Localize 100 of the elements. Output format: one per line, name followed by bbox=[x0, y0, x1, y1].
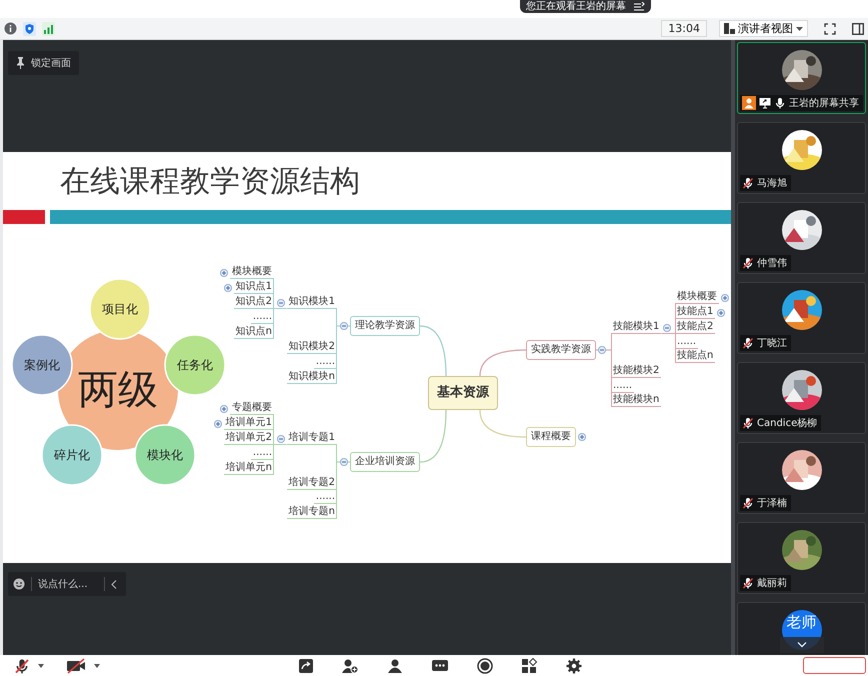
participant-tile[interactable]: 王岩的屏幕共享 bbox=[737, 42, 866, 114]
shield-icon[interactable] bbox=[23, 22, 36, 36]
minus-icon[interactable] bbox=[276, 434, 285, 442]
topic-label: ...... bbox=[314, 356, 337, 369]
connector-line bbox=[660, 303, 676, 363]
plus-icon[interactable] bbox=[721, 294, 729, 302]
record-icon[interactable] bbox=[476, 658, 494, 674]
camera-off-icon[interactable] bbox=[66, 658, 86, 674]
scroll-down-button[interactable] bbox=[780, 637, 824, 653]
apps-icon[interactable] bbox=[521, 658, 539, 674]
topic-label: 技能点1 bbox=[675, 306, 716, 319]
topic-label: 模块概要 bbox=[230, 266, 274, 279]
topic-label: 培训单元n bbox=[224, 462, 274, 475]
leave-button[interactable] bbox=[803, 657, 866, 674]
topic-label: ...... bbox=[314, 491, 337, 504]
participant-name: 王岩的屏幕共享 bbox=[789, 96, 859, 110]
connector-line bbox=[420, 325, 447, 376]
topic-label: 模块概要 bbox=[675, 291, 719, 304]
petal-label: 任务化 bbox=[177, 358, 213, 372]
connector-line bbox=[420, 410, 447, 463]
participant-tile[interactable]: 老师 bbox=[737, 602, 866, 655]
chat-bar[interactable]: 说点什么... bbox=[8, 572, 126, 596]
petal-label: 模块化 bbox=[147, 448, 183, 462]
participant-tile[interactable]: 马海旭 bbox=[737, 122, 866, 194]
participant-name: 戴丽莉 bbox=[757, 576, 787, 590]
topic-label: 知识模块2 bbox=[286, 341, 337, 354]
topic-label: 技能模块n bbox=[611, 394, 662, 407]
smiley-icon[interactable] bbox=[13, 578, 25, 590]
slide-title: 在线课程教学资源结构 bbox=[59, 163, 361, 201]
topic-label: ...... bbox=[611, 380, 634, 393]
accent-bar bbox=[3, 210, 45, 224]
participant-tile[interactable]: Candice杨柳 bbox=[737, 362, 866, 434]
sidebar-icon[interactable] bbox=[852, 22, 864, 34]
layout-icon bbox=[724, 23, 735, 34]
topic-label: 培训专题1 bbox=[286, 432, 337, 445]
minus-icon[interactable] bbox=[598, 346, 606, 354]
topic-label: ...... bbox=[250, 311, 274, 324]
plus-icon[interactable] bbox=[578, 433, 586, 441]
lock-view-button[interactable]: 锁定画面 bbox=[8, 51, 79, 75]
collapse-button[interactable] bbox=[111, 580, 117, 588]
add-person-icon[interactable] bbox=[341, 658, 359, 674]
plus-icon[interactable] bbox=[224, 284, 232, 292]
connector-line bbox=[273, 414, 288, 475]
settings-icon[interactable] bbox=[566, 658, 582, 674]
topic-label: 知识模块1 bbox=[286, 296, 337, 309]
center-label: 两级 bbox=[78, 369, 158, 411]
signal-icon[interactable] bbox=[42, 22, 55, 36]
minus-icon[interactable] bbox=[663, 324, 672, 332]
topic-label: ...... bbox=[250, 447, 274, 460]
chat-icon[interactable] bbox=[431, 658, 449, 674]
info-icon[interactable] bbox=[4, 22, 17, 35]
minus-icon[interactable] bbox=[340, 322, 348, 330]
topic-label: 知识模块n bbox=[286, 371, 337, 384]
topic-label: 培训单元1 bbox=[224, 417, 274, 430]
topic-label: 技能点n bbox=[675, 350, 716, 363]
participant-tile[interactable]: 丁晓江 bbox=[737, 282, 866, 354]
plus-icon[interactable] bbox=[214, 420, 222, 428]
share-icon[interactable] bbox=[298, 658, 314, 674]
topic-label: 培训专题2 bbox=[286, 477, 337, 490]
topic-label: 知识点n bbox=[234, 326, 274, 339]
plus-icon[interactable] bbox=[220, 268, 228, 276]
fullscreen-icon[interactable] bbox=[824, 22, 836, 34]
chat-field[interactable]: 说点什么... bbox=[38, 576, 98, 592]
time-display: 13:04 bbox=[661, 20, 707, 37]
participant-name: 仲雪伟 bbox=[757, 256, 787, 270]
topic-label: 技能模块1 bbox=[611, 321, 662, 334]
topic-label: 专题概要 bbox=[230, 402, 274, 415]
participant-tile[interactable]: 于泽楠 bbox=[737, 442, 866, 514]
topic-label: ...... bbox=[675, 336, 698, 349]
participant-name: 于泽楠 bbox=[757, 496, 787, 510]
people-icon[interactable] bbox=[386, 658, 404, 674]
petal-label: 案例化 bbox=[24, 358, 60, 372]
participant-name: 马海旭 bbox=[757, 176, 787, 190]
view-dropdown[interactable]: 演讲者视图 bbox=[719, 20, 808, 37]
list-icon[interactable] bbox=[634, 2, 645, 11]
topic-label: 培训专题n bbox=[286, 506, 337, 519]
participant-tile[interactable]: 戴丽莉 bbox=[737, 522, 866, 594]
topic-label: 知识点2 bbox=[234, 296, 274, 309]
chevron-down-icon bbox=[797, 642, 807, 648]
topic-box: 课程概要 bbox=[526, 427, 576, 447]
minus-icon[interactable] bbox=[340, 458, 348, 466]
pin-icon bbox=[16, 57, 25, 69]
topic-box: 实践教学资源 bbox=[526, 340, 596, 360]
minus-icon[interactable] bbox=[276, 298, 285, 306]
topic-label: 技能模块2 bbox=[611, 365, 662, 378]
plus-icon[interactable] bbox=[220, 404, 228, 412]
plus-icon[interactable] bbox=[717, 308, 726, 316]
connector-line bbox=[273, 278, 288, 339]
petal-label: 项目化 bbox=[102, 302, 138, 316]
muted-mic-icon[interactable] bbox=[14, 658, 30, 674]
caret-icon bbox=[796, 26, 803, 30]
petal-label: 碎片化 bbox=[54, 448, 90, 462]
caret-icon[interactable] bbox=[38, 664, 44, 668]
connector-line bbox=[479, 410, 526, 438]
banner-text: 您正在观看王岩的屏幕 bbox=[526, 0, 626, 13]
topic-label: 知识点1 bbox=[234, 281, 274, 294]
caret-icon[interactable] bbox=[94, 664, 100, 668]
topic-label: 技能点2 bbox=[675, 321, 716, 334]
participant-tile[interactable]: 仲雪伟 bbox=[737, 202, 866, 274]
participant-name: Candice杨柳 bbox=[757, 416, 818, 430]
